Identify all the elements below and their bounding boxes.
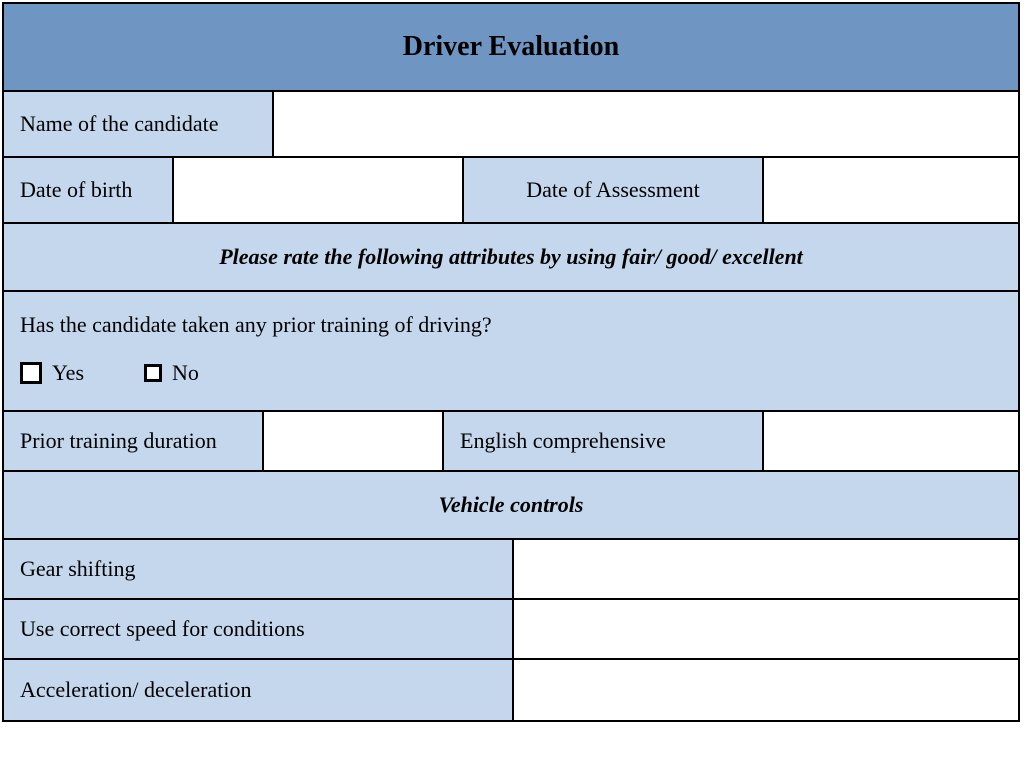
name-label: Name of the candidate <box>4 92 274 156</box>
english-label: English comprehensive <box>444 412 764 470</box>
gear-shifting-label: Gear shifting <box>4 540 514 598</box>
question-text: Has the candidate taken any prior traini… <box>20 312 492 338</box>
speed-label: Use correct speed for conditions <box>4 600 514 658</box>
vehicle-controls-header: Vehicle controls <box>4 472 1018 538</box>
dob-input[interactable] <box>174 158 464 222</box>
training-duration-label: Prior training duration <box>4 412 264 470</box>
accel-label: Acceleration/ deceleration <box>4 660 514 720</box>
assessment-label: Date of Assessment <box>464 158 764 222</box>
checkbox-yes[interactable] <box>20 362 42 384</box>
dob-label: Date of birth <box>4 158 174 222</box>
checkbox-no[interactable] <box>144 364 162 382</box>
yes-label: Yes <box>52 360 84 386</box>
training-duration-input[interactable] <box>264 412 444 470</box>
no-label: No <box>172 360 199 386</box>
english-input[interactable] <box>764 412 1018 470</box>
prior-training-question: Has the candidate taken any prior traini… <box>4 292 1018 410</box>
driver-evaluation-form: Driver Evaluation Name of the candidate … <box>2 2 1020 722</box>
assessment-input[interactable] <box>764 158 1018 222</box>
instructions-header: Please rate the following attributes by … <box>4 224 1018 290</box>
speed-input[interactable] <box>514 600 1018 658</box>
accel-input[interactable] <box>514 660 1018 720</box>
name-input[interactable] <box>274 92 1018 156</box>
gear-shifting-input[interactable] <box>514 540 1018 598</box>
form-title: Driver Evaluation <box>4 4 1018 90</box>
